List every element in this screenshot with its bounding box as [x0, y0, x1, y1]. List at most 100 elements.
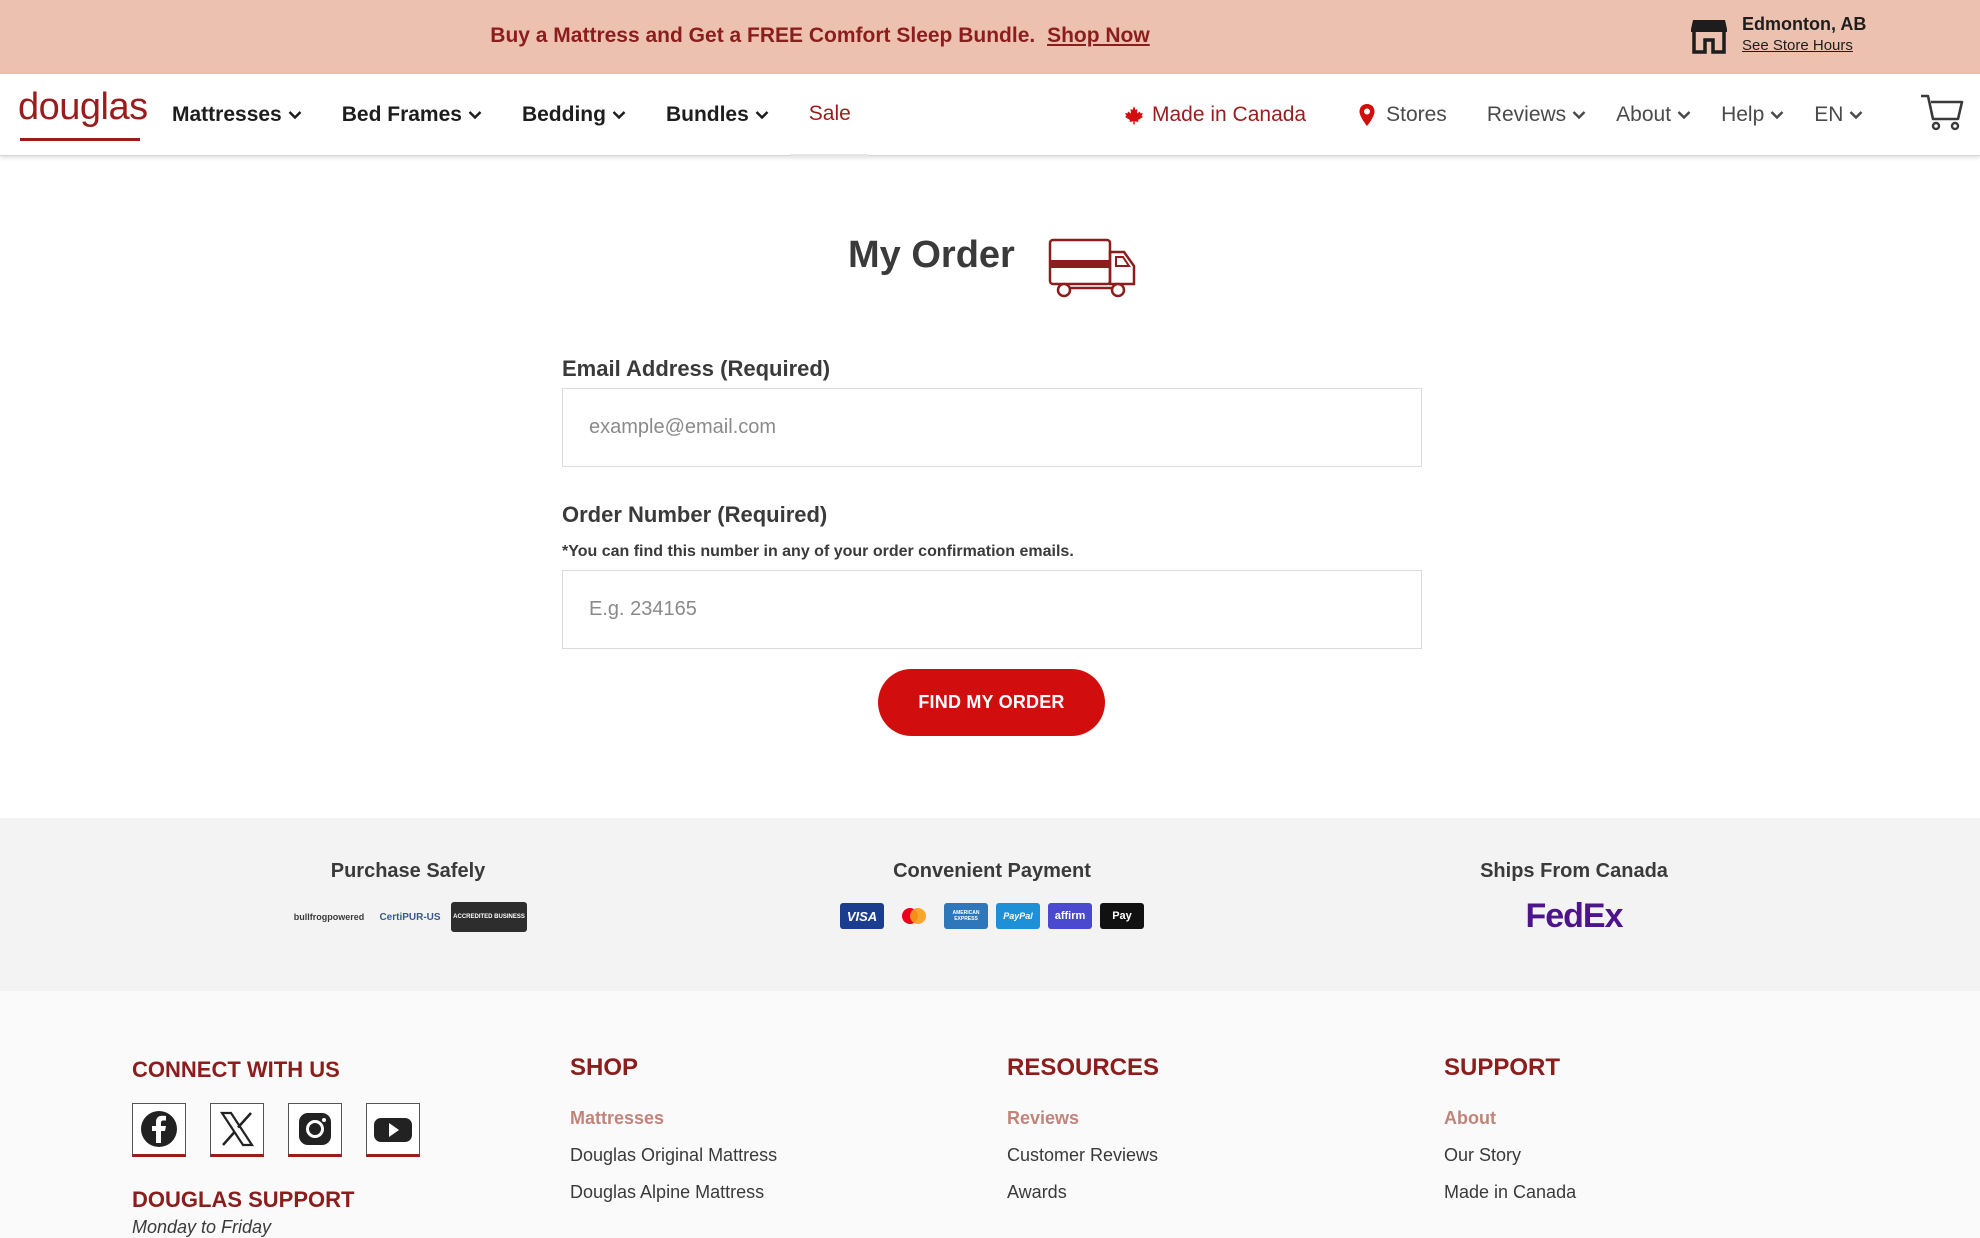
apple-pay-logo: Pay	[1100, 903, 1144, 929]
connect-title: CONNECT WITH US	[132, 1057, 340, 1082]
order-number-hint: *You can find this number in any of your…	[562, 543, 1074, 560]
nav-about[interactable]: About	[1616, 103, 1691, 127]
chevron-down-icon	[1572, 111, 1586, 120]
store-icon	[1691, 20, 1727, 54]
nav-bundles-label: Bundles	[665, 103, 749, 126]
purchase-safely-section: Purchase Safely bullfrogpowered CertiPUR…	[208, 860, 608, 933]
chevron-down-icon	[468, 111, 482, 120]
nav-mattresses-label: Mattresses	[172, 103, 282, 126]
utility-nav: Made in Canada Stores Reviews About Help…	[1124, 74, 1863, 156]
chevron-down-icon	[288, 111, 302, 120]
promo-text: Buy a Mattress and Get a FREE Comfort Sl…	[0, 24, 1640, 48]
nav-reviews[interactable]: Reviews	[1487, 103, 1586, 127]
chevron-down-icon	[1850, 111, 1863, 120]
support-hours: Monday to Friday	[132, 1217, 272, 1237]
stores-label: Stores	[1386, 103, 1447, 126]
visa-label: VISA	[846, 908, 878, 924]
map-pin-icon	[1359, 104, 1375, 126]
convenient-payment-section: Convenient Payment VISA AMERICAN EXPRESS…	[792, 860, 1192, 929]
nav-bedding-label: Bedding	[521, 103, 606, 126]
chevron-down-icon	[612, 111, 626, 120]
mastercard-logo	[892, 903, 936, 929]
footer-link[interactable]: Douglas Alpine Mattress	[570, 1182, 777, 1203]
footer-link[interactable]: Douglas Original Mattress	[570, 1145, 777, 1166]
affirm-logo: affirm	[1048, 903, 1092, 929]
bullfrog-badge: bullfrogpowered	[293, 912, 365, 922]
footer-link[interactable]: Awards	[1007, 1182, 1159, 1203]
nav-sale[interactable]: Sale	[809, 102, 851, 128]
stores-link[interactable]: Stores	[1358, 103, 1447, 127]
chevron-down-icon	[1677, 111, 1691, 120]
paypal-logo: PayPal	[996, 903, 1040, 929]
nav-help[interactable]: Help	[1721, 103, 1784, 127]
purchase-safely-title: Purchase Safely	[330, 860, 486, 882]
sale-underline	[790, 154, 868, 156]
nav-bed-frames[interactable]: Bed Frames	[342, 103, 482, 127]
chevron-down-icon	[1770, 111, 1784, 120]
youtube-glyph	[374, 1118, 412, 1142]
certipur-badge: CertiPUR-US	[379, 911, 441, 923]
language-selector[interactable]: EN	[1814, 103, 1863, 127]
truck-icon	[1048, 238, 1136, 298]
find-my-order-button[interactable]: FIND MY ORDER	[878, 669, 1105, 736]
fedex-logo: FedEx	[1374, 897, 1774, 936]
email-field[interactable]	[562, 388, 1422, 467]
visa-logo: VISA	[840, 903, 884, 929]
footer-link[interactable]: Our Story	[1444, 1145, 1576, 1166]
page-header: My Order	[0, 226, 1980, 306]
nav-bundles[interactable]: Bundles	[666, 103, 769, 127]
nav-bedding[interactable]: Bedding	[522, 103, 626, 127]
mastercard-icon	[902, 908, 926, 924]
store-locator[interactable]: Edmonton, AB See Store Hours	[1690, 14, 1970, 60]
logo-underline	[20, 138, 140, 141]
shop-section: SHOP Mattresses Douglas Original Mattres…	[570, 1054, 777, 1203]
douglas-logo[interactable]: douglas	[18, 86, 148, 142]
promo-banner: Buy a Mattress and Get a FREE Comfort Sl…	[0, 0, 1980, 74]
resources-section: RESOURCES Reviews Customer Reviews Award…	[1007, 1054, 1159, 1203]
made-in-canada-label: Made in Canada	[1152, 103, 1307, 126]
language-label: EN	[1814, 103, 1844, 126]
email-label: Email Address (Required)	[562, 356, 831, 381]
nav-reviews-label: Reviews	[1486, 103, 1567, 126]
cart-icon[interactable]	[1920, 92, 1964, 132]
main-nav: Mattresses Bed Frames Bedding Bundles Sa…	[172, 74, 891, 156]
ships-title: Ships From Canada	[1480, 860, 1668, 882]
social-links	[132, 1103, 444, 1157]
nav-help-label: Help	[1721, 103, 1765, 126]
footer-link[interactable]: Made in Canada	[1444, 1182, 1576, 1203]
x-icon[interactable]	[210, 1103, 264, 1157]
chevron-down-icon	[755, 111, 769, 120]
shop-now-link[interactable]: Shop Now	[1047, 24, 1150, 47]
promo-message: Buy a Mattress and Get a FREE Comfort Sl…	[490, 24, 1036, 47]
support-title: SUPPORT	[1444, 1054, 1561, 1081]
fedex-wordmark: FedEx	[1525, 897, 1623, 935]
logo-wordmark: douglas	[18, 86, 148, 128]
bbb-badge: ACCREDITED BUSINESS	[451, 902, 527, 932]
facebook-icon[interactable]	[132, 1103, 186, 1157]
youtube-icon[interactable]	[366, 1103, 420, 1157]
site-header: douglas Mattresses Bed Frames Bedding Bu…	[0, 74, 1980, 156]
made-in-canada-link[interactable]: Made in Canada	[1124, 103, 1306, 127]
x-glyph	[219, 1111, 255, 1147]
nav-about-label: About	[1616, 103, 1672, 126]
support-section: SUPPORT About Our Story Made in Canada	[1444, 1054, 1576, 1203]
resources-title: RESOURCES	[1007, 1054, 1160, 1081]
purchase-badges: bullfrogpowered CertiPUR-US ACCREDITED B…	[208, 901, 608, 933]
nav-mattresses[interactable]: Mattresses	[172, 103, 302, 127]
amex-logo: AMERICAN EXPRESS	[944, 903, 988, 929]
ships-from-canada-section: Ships From Canada FedEx	[1374, 860, 1774, 936]
facebook-glyph	[141, 1111, 177, 1147]
resources-reviews-link[interactable]: Reviews	[1007, 1108, 1159, 1129]
trust-band: Purchase Safely bullfrogpowered CertiPUR…	[0, 818, 1980, 991]
footer-link[interactable]: Customer Reviews	[1007, 1145, 1159, 1166]
maple-leaf-icon	[1125, 106, 1143, 125]
order-number-label: Order Number (Required)	[562, 502, 828, 527]
nav-bed-frames-label: Bed Frames	[341, 103, 462, 126]
support-about-link[interactable]: About	[1444, 1108, 1576, 1129]
store-city: Edmonton, AB	[1742, 14, 1867, 34]
store-hours-link[interactable]: See Store Hours	[1742, 37, 1853, 54]
instagram-glyph	[299, 1113, 331, 1145]
order-number-field[interactable]	[562, 570, 1422, 649]
instagram-icon[interactable]	[288, 1103, 342, 1157]
shop-mattresses-link[interactable]: Mattresses	[570, 1108, 777, 1129]
